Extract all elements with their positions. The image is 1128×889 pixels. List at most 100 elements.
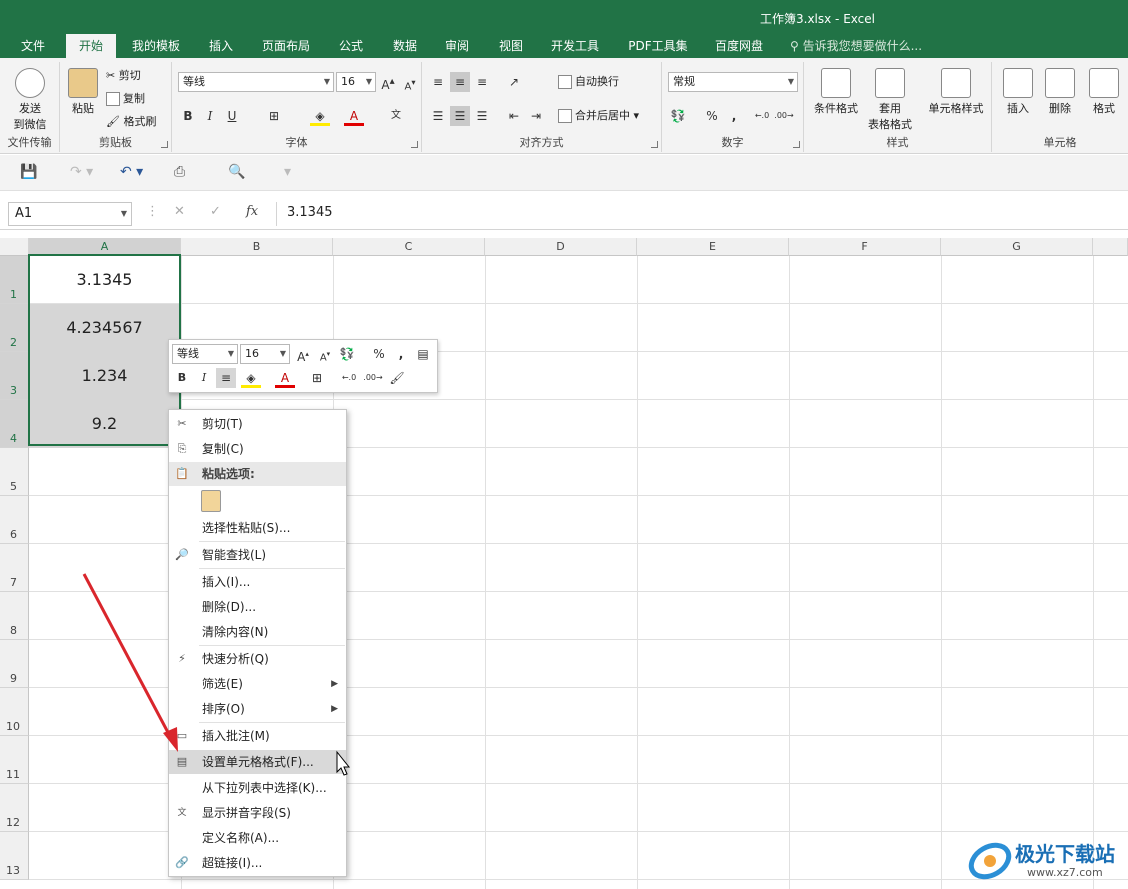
mini-decrease-decimal-icon[interactable]: .00→ — [363, 368, 383, 388]
row-header-13[interactable]: 13 — [0, 832, 29, 880]
mini-align-center-icon[interactable]: ≡ — [216, 368, 236, 388]
row-header-12[interactable]: 12 — [0, 784, 29, 832]
mini-grow-font-icon[interactable]: A▴ — [293, 344, 313, 364]
menu-item-show-phonetic[interactable]: 文显示拼音字段(S) — [169, 801, 346, 825]
tab-pdf-tools[interactable]: PDF工具集 — [620, 34, 696, 58]
tab-home[interactable]: 开始 — [66, 34, 116, 58]
row-header-10[interactable]: 10 — [0, 688, 29, 736]
orientation-icon[interactable]: ↗ — [504, 72, 524, 92]
mini-font-color-icon[interactable]: A — [275, 368, 295, 388]
row-header-6[interactable]: 6 — [0, 496, 29, 544]
column-header-h[interactable] — [1093, 238, 1128, 256]
grow-font-button[interactable]: A▴ — [378, 72, 398, 92]
send-to-wechat-button[interactable]: 发送 到微信 — [8, 68, 52, 132]
row-header-7[interactable]: 7 — [0, 544, 29, 592]
row-header-4[interactable]: 4 — [0, 400, 29, 448]
tab-file[interactable]: 文件 — [8, 34, 58, 58]
mini-percent-button[interactable]: % — [369, 344, 389, 364]
increase-decimal-icon[interactable]: ←.0 — [752, 106, 772, 126]
tab-formulas[interactable]: 公式 — [326, 34, 376, 58]
mini-italic-icon[interactable]: I — [194, 368, 214, 388]
tab-baidu-netdisk[interactable]: 百度网盘 — [706, 34, 772, 58]
cell-a2[interactable]: 4.234567 — [29, 304, 180, 352]
merge-center-button[interactable]: 合并后居中 ▾ — [558, 106, 639, 126]
row-header-2[interactable]: 2 — [0, 304, 29, 352]
cell-styles-button[interactable]: 单元格样式 — [922, 68, 990, 116]
conditional-formatting-button[interactable]: 条件格式 — [808, 68, 864, 116]
copy-button[interactable]: 复制 — [106, 89, 145, 109]
column-header-f[interactable]: F — [789, 238, 941, 256]
menu-item-pick-from-list[interactable]: 从下拉列表中选择(K)... — [169, 776, 346, 800]
menu-item-cut[interactable]: ✂ 剪切(T) — [169, 412, 346, 436]
mini-format-table-icon[interactable]: ▤ — [413, 344, 433, 364]
tell-me-search[interactable]: ⚲ 告诉我您想要做什么... — [790, 34, 940, 58]
align-middle-icon[interactable]: ≡ — [450, 72, 470, 92]
menu-item-define-name[interactable]: 定义名称(A)... — [169, 826, 346, 850]
align-bottom-icon[interactable]: ≡ — [472, 72, 492, 92]
tab-developer[interactable]: 开发工具 — [540, 34, 610, 58]
delete-cells-button[interactable]: 删除 — [1040, 68, 1080, 116]
comma-button[interactable]: , — [724, 106, 744, 126]
align-right-icon[interactable]: ☰ — [472, 106, 492, 126]
row-header-8[interactable]: 8 — [0, 592, 29, 640]
format-as-table-button[interactable]: 套用 表格格式 — [862, 68, 918, 132]
menu-item-quick-analysis[interactable]: ⚡ 快速分析(Q) — [169, 647, 346, 671]
column-header-c[interactable]: C — [333, 238, 485, 256]
format-painter-button[interactable]: 🖌 格式刷 — [106, 112, 156, 132]
mini-fill-color-icon[interactable]: ◈ — [241, 368, 261, 388]
clipboard-launcher-icon[interactable] — [161, 141, 168, 148]
mini-borders-icon[interactable]: ⊞ — [307, 368, 327, 388]
font-color-icon[interactable]: A — [344, 106, 364, 126]
menu-item-copy[interactable]: ⎘ 复制(C) — [169, 437, 346, 461]
tab-my-templates[interactable]: 我的模板 — [124, 34, 188, 58]
column-header-d[interactable]: D — [485, 238, 637, 256]
name-box[interactable]: A1 ▼ — [8, 202, 132, 226]
select-all-corner[interactable] — [0, 238, 29, 256]
customize-qat-icon[interactable]: ▾ — [284, 164, 291, 180]
fill-color-icon[interactable]: ◈ — [310, 106, 330, 126]
menu-item-clear-contents[interactable]: 清除内容(N) — [169, 620, 346, 644]
insert-cells-button[interactable]: 插入 — [998, 68, 1038, 116]
paste-option-icon[interactable] — [201, 490, 221, 512]
menu-item-filter[interactable]: 筛选(E) ▶ — [169, 672, 346, 696]
tab-page-layout[interactable]: 页面布局 — [254, 34, 318, 58]
cell-a3[interactable]: 1.234 — [29, 352, 180, 400]
row-header-3[interactable]: 3 — [0, 352, 29, 400]
mini-font-select[interactable]: 等线 ▼ — [172, 344, 238, 364]
percent-button[interactable]: % — [702, 106, 722, 126]
column-header-g[interactable]: G — [941, 238, 1093, 256]
mini-comma-button[interactable]: , — [391, 344, 411, 364]
row-header-1[interactable]: 1 — [0, 256, 29, 304]
mini-increase-decimal-icon[interactable]: ←.0 — [339, 368, 359, 388]
align-left-icon[interactable]: ☰ — [428, 106, 448, 126]
font-size-select[interactable]: 16 ▼ — [336, 72, 376, 92]
decrease-decimal-icon[interactable]: .00→ — [774, 106, 794, 126]
shrink-font-button[interactable]: A▾ — [400, 72, 420, 92]
mini-shrink-font-icon[interactable]: A▾ — [315, 344, 335, 364]
format-cells-button[interactable]: 格式 — [1084, 68, 1124, 116]
row-header-5[interactable]: 5 — [0, 448, 29, 496]
align-top-icon[interactable]: ≡ — [428, 72, 448, 92]
phonetic-guide-icon[interactable]: 文 — [386, 106, 406, 126]
cell-a4[interactable]: 9.2 — [29, 400, 180, 448]
menu-item-paste-special[interactable]: 选择性粘贴(S)... — [169, 516, 346, 540]
borders-icon[interactable]: ⊞ — [264, 106, 284, 126]
menu-item-sort[interactable]: 排序(O) ▶ — [169, 697, 346, 721]
enter-icon[interactable]: ✓ — [210, 204, 221, 219]
formula-input[interactable]: 3.1345 — [276, 202, 1128, 226]
paste-button[interactable]: 粘贴 — [66, 68, 100, 116]
zoom-preview-icon[interactable]: 🔍 — [228, 164, 245, 180]
mini-bold-icon[interactable]: B — [172, 368, 192, 388]
bold-button[interactable]: B — [178, 106, 198, 126]
menu-item-insert[interactable]: 插入(I)... — [169, 570, 346, 594]
column-header-e[interactable]: E — [637, 238, 789, 256]
number-format-select[interactable]: 常规 ▼ — [668, 72, 798, 92]
undo-icon[interactable]: ↶ ▾ — [120, 164, 143, 180]
number-launcher-icon[interactable] — [793, 141, 800, 148]
increase-indent-icon[interactable]: ⇥ — [526, 106, 546, 126]
mini-format-painter-icon[interactable]: 🖌 — [387, 368, 407, 388]
italic-button[interactable]: I — [200, 106, 220, 126]
cancel-icon[interactable]: ✕ — [174, 204, 185, 219]
underline-button[interactable]: U — [222, 106, 242, 126]
menu-item-delete[interactable]: 删除(D)... — [169, 595, 346, 619]
